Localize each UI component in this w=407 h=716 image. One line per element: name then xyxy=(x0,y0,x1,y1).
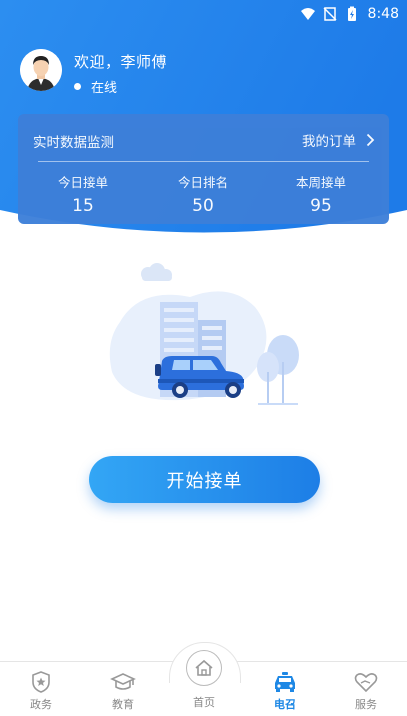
shield-star-icon xyxy=(32,671,50,693)
tab-service[interactable]: 服务 xyxy=(336,670,396,712)
taxi-icon xyxy=(275,672,295,692)
monitor-title: 实时数据监测 xyxy=(33,135,114,151)
tab-edu-label: 教育 xyxy=(112,698,134,711)
panel-divider xyxy=(38,161,369,162)
start-accepting-orders-button[interactable]: 开始接单 xyxy=(89,456,320,503)
my-orders-link[interactable]: 我的订单 xyxy=(302,130,375,150)
stat-label: 本周接单 xyxy=(295,175,346,190)
stat-week-orders: 本周接单 95 xyxy=(271,172,371,216)
greeting-text: 欢迎，李师傅 xyxy=(74,53,168,71)
stat-today-orders: 今日接单 15 xyxy=(33,172,133,216)
stat-label: 今日接单 xyxy=(57,175,108,190)
tab-gov[interactable]: 政务 xyxy=(11,670,71,712)
stat-value: 95 xyxy=(310,196,332,216)
online-status: 在线 xyxy=(74,77,117,96)
battery-charging-icon xyxy=(347,6,356,21)
home-icon xyxy=(195,659,213,676)
tab-home-label: 首页 xyxy=(193,696,215,709)
tab-edu[interactable]: 教育 xyxy=(93,670,153,712)
home-icon-circle xyxy=(186,650,222,686)
avatar[interactable] xyxy=(20,49,62,91)
status-time: 8:48 xyxy=(367,6,399,22)
heart-hand-icon xyxy=(354,673,378,693)
graduation-cap-icon xyxy=(110,673,136,690)
no-signal-icon xyxy=(323,7,337,21)
stat-label: 今日排名 xyxy=(177,175,228,190)
online-dot-icon xyxy=(74,83,81,90)
stat-value: 15 xyxy=(72,196,94,216)
wifi-icon xyxy=(300,8,315,20)
car-city-illustration xyxy=(100,262,305,412)
chevron-right-icon xyxy=(366,133,375,147)
driver-avatar-icon xyxy=(20,49,62,91)
data-monitor-panel: 实时数据监测 我的订单 今日接单 15 今日排名 50 本周接单 95 xyxy=(18,114,389,224)
tab-call-label: 电召 xyxy=(274,698,296,711)
stat-value: 50 xyxy=(192,196,214,216)
online-status-label: 在线 xyxy=(91,81,118,96)
tab-gov-label: 政务 xyxy=(30,698,52,711)
tab-service-label: 服务 xyxy=(355,698,377,711)
my-orders-label: 我的订单 xyxy=(302,134,356,150)
status-bar: 8:48 xyxy=(0,0,407,28)
tab-call[interactable]: 电召 xyxy=(255,670,315,712)
tab-home[interactable]: 首页 xyxy=(178,650,230,710)
stat-today-rank: 今日排名 50 xyxy=(153,172,253,216)
